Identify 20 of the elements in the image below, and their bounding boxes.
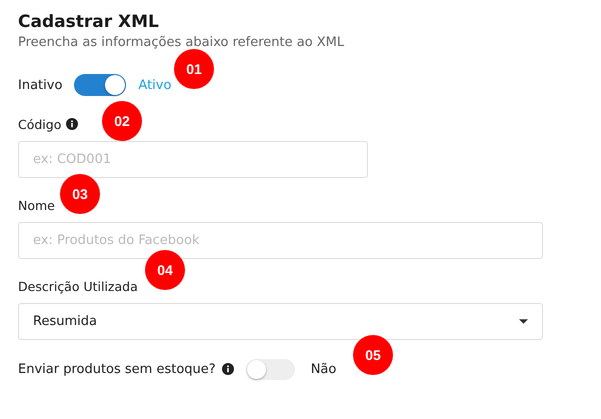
marker-badge: 03 <box>60 174 100 214</box>
marker-badge: 05 <box>353 335 393 375</box>
stock-label: Enviar produtos sem estoque? <box>18 362 216 376</box>
status-switch[interactable] <box>74 74 126 96</box>
inactive-label: Inativo <box>18 78 62 92</box>
input-field[interactable]: ex: Produtos do Facebook <box>18 222 543 259</box>
form-subtitle: Preencha as informações abaixo referente ao XML <box>18 35 346 50</box>
select-field[interactable]: Resumida <box>18 303 543 340</box>
marker-badge: 01 <box>174 49 214 89</box>
form-title: Cadastrar XML <box>18 12 160 32</box>
state-label: Não <box>310 362 336 376</box>
field-label: Descrição Utilizada <box>18 278 138 294</box>
marker-badge: 04 <box>145 250 185 290</box>
field-label: Nome <box>18 198 55 212</box>
marker-badge: 02 <box>102 101 142 141</box>
active-label: Ativo <box>138 78 172 92</box>
field-label: Código <box>18 116 62 132</box>
caret-icon <box>519 319 528 324</box>
input-field[interactable]: ex: COD001 <box>18 141 368 178</box>
stock-switch[interactable] <box>246 358 295 380</box>
